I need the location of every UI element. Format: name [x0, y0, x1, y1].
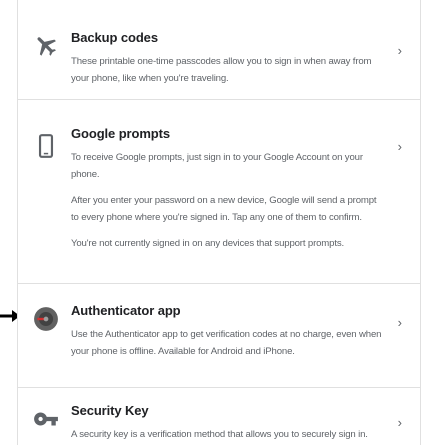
key-icon — [34, 412, 58, 426]
authenticator-icon — [34, 307, 58, 331]
option-authenticator-app[interactable]: Authenticator app Use the Authenticator … — [18, 284, 420, 388]
authenticator-app-title: Authenticator app — [71, 303, 181, 318]
google-prompts-description-2: After you enter your password on a new d… — [71, 195, 377, 223]
authenticator-app-content: Authenticator app Use the Authenticator … — [71, 303, 384, 360]
two-step-options-card: Backup codes These printable one-time pa… — [17, 0, 421, 445]
google-prompts-description-1: To receive Google prompts, just sign in … — [71, 152, 363, 180]
backup-codes-title: Backup codes — [71, 30, 158, 45]
chevron-right-icon: › — [397, 415, 402, 430]
chevron-right-icon: › — [397, 139, 402, 154]
option-backup-codes[interactable]: Backup codes These printable one-time pa… — [18, 0, 420, 100]
option-google-prompts[interactable]: Google prompts To receive Google prompts… — [18, 100, 420, 284]
backup-codes-description: These printable one-time passcodes allow… — [71, 56, 372, 84]
airplane-icon — [37, 37, 56, 56]
google-prompts-content: Google prompts To receive Google prompts… — [71, 126, 384, 252]
chevron-right-icon: › — [397, 315, 402, 330]
chevron-right-icon: › — [397, 43, 402, 58]
security-key-title: Security Key — [71, 403, 149, 418]
option-security-key[interactable]: Security Key A security key is a verific… — [18, 388, 420, 445]
authenticator-app-description: Use the Authenticator app to get verific… — [71, 329, 382, 357]
phone-icon — [38, 134, 54, 158]
google-prompts-status: You're not currently signed in on any de… — [71, 238, 345, 249]
security-key-description: A security key is a verification method … — [71, 429, 368, 440]
security-key-content: Security Key A security key is a verific… — [71, 403, 384, 445]
google-prompts-title: Google prompts — [71, 126, 170, 141]
backup-codes-content: Backup codes These printable one-time pa… — [71, 30, 384, 87]
